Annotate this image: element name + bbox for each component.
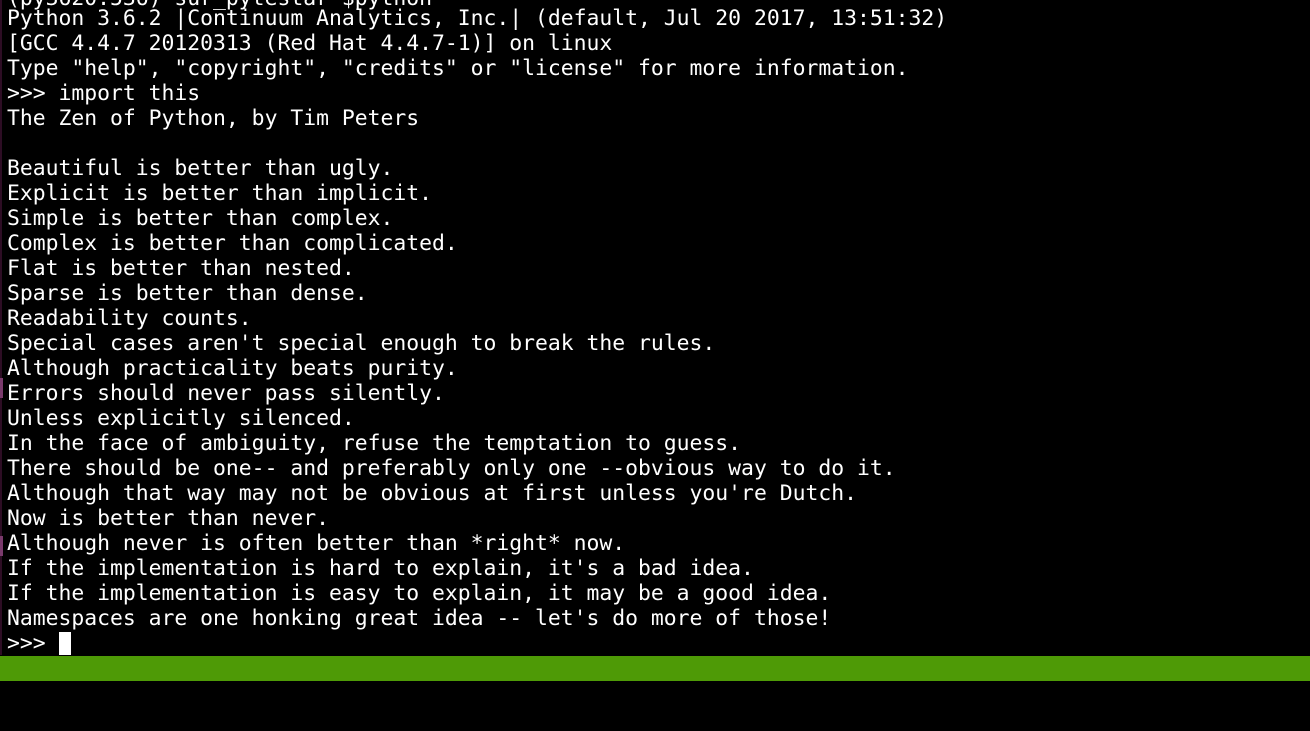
terminal-line: Explicit is better than implicit.	[7, 181, 432, 206]
terminal-line: Beautiful is better than ugly.	[7, 156, 394, 181]
terminal-line: Although practicality beats purity.	[7, 356, 458, 381]
terminal-line: If the implementation is hard to explain…	[7, 556, 754, 581]
terminal-line: Special cases aren't special enough to b…	[7, 331, 716, 356]
text-cursor[interactable]	[58, 632, 71, 655]
terminal-line: Simple is better than complex.	[7, 206, 394, 231]
terminal-line: >>> import this	[7, 81, 201, 106]
terminal-left-border	[0, 0, 2, 655]
python-prompt-line[interactable]: >>>	[7, 631, 71, 655]
terminal-line: The Zen of Python, by Tim Peters	[7, 106, 420, 131]
terminal-line: Unless explicitly silenced.	[7, 406, 355, 431]
terminal-line: Complex is better than complicated.	[7, 231, 458, 256]
left-border-marker	[0, 536, 3, 556]
terminal-line: Python 3.6.2 |Continuum Analytics, Inc.|…	[7, 6, 948, 31]
terminal-line: There should be one-- and preferably onl…	[7, 456, 896, 481]
terminal-line: [GCC 4.4.7 20120313 (Red Hat 4.4.7-1)] o…	[7, 31, 613, 56]
terminal-line: Type "help", "copyright", "credits" or "…	[7, 56, 909, 81]
terminal-line: Errors should never pass silently.	[7, 381, 445, 406]
left-border-marker	[0, 378, 3, 398]
terminal-line: In the face of ambiguity, refuse the tem…	[7, 431, 742, 456]
terminal-line: Readability counts.	[7, 306, 252, 331]
terminal-line: Now is better than never.	[7, 506, 329, 531]
window-bottom-padding	[0, 681, 1310, 699]
tmux-status-bar: [0]0:vim-1:python*2:top 22:41 10-Mar-18	[0, 656, 1310, 706]
python-prompt: >>>	[7, 631, 46, 655]
terminal-line: Flat is better than nested.	[7, 256, 355, 281]
terminal-line: If the implementation is easy to explain…	[7, 581, 832, 606]
terminal-line: Although that way may not be obvious at …	[7, 481, 857, 506]
terminal-line: Namespaces are one honking great idea --…	[7, 606, 832, 631]
terminal-line: Although never is often better than *rig…	[7, 531, 626, 556]
terminal-output[interactable]: (py3620:536) sur_pytestar $python Python…	[7, 0, 1307, 655]
terminal-line: Sparse is better than dense.	[7, 281, 368, 306]
